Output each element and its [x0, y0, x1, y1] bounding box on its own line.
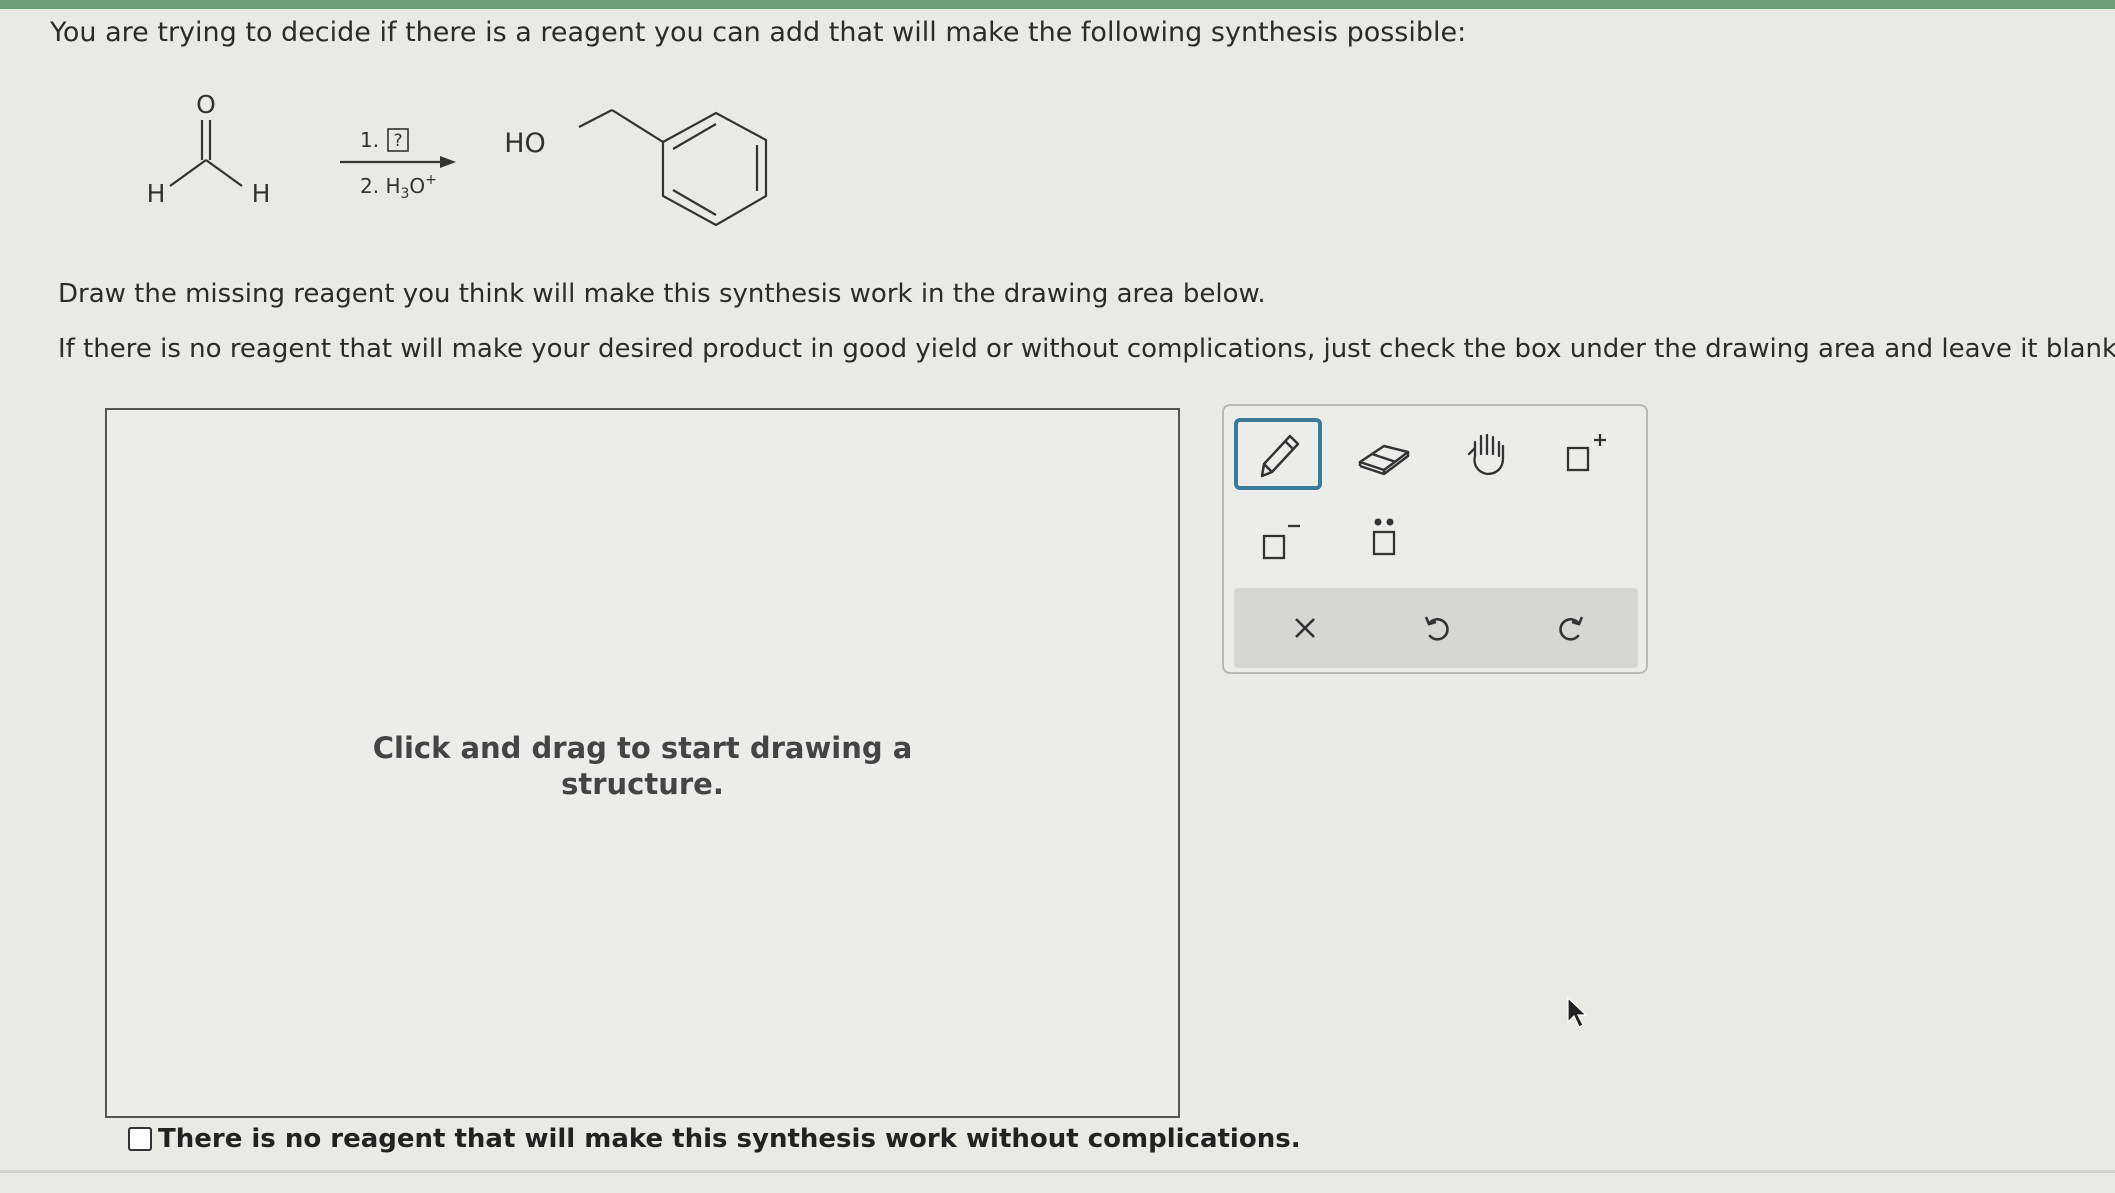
- pencil-tool-button[interactable]: [1234, 418, 1322, 490]
- formaldehyde-structure: [169, 120, 243, 187]
- canvas-hint-line-1: Click and drag to start drawing a: [372, 731, 913, 765]
- top-accent-bar: [0, 0, 2115, 9]
- reaction-scheme: O H H 1. ? 2. H3O+ HO: [147, 90, 768, 227]
- instruction-no-reagent: If there is no reagent that will make yo…: [58, 334, 2115, 364]
- instruction-draw: Draw the missing reagent you think will …: [58, 279, 1266, 309]
- reaction-arrowhead: [440, 156, 456, 168]
- hydrogen-left-label: H: [147, 179, 166, 208]
- clear-icon: [1295, 618, 1315, 638]
- positive-charge-icon: [1566, 434, 1606, 472]
- hand-tool-button[interactable]: [1444, 418, 1532, 490]
- mouse-pointer-icon: [1567, 996, 1588, 1028]
- oxygen-atom-label: O: [196, 90, 216, 119]
- benzyl-alcohol-structure: [578, 109, 768, 227]
- undo-icon: [1424, 616, 1449, 641]
- canvas-hint: Click and drag to start drawing a struct…: [107, 730, 1178, 802]
- unknown-reagent-mark: ?: [393, 131, 402, 151]
- hydroxyl-label: HO: [504, 128, 546, 159]
- negative-charge-icon: [1262, 524, 1300, 560]
- lone-pair-icon: [1372, 518, 1396, 556]
- canvas-hint-line-2: structure.: [561, 767, 724, 801]
- step-2-label: 2. H3O+: [360, 172, 437, 202]
- redo-icon: [1559, 616, 1584, 641]
- step-1-label: 1.: [360, 128, 379, 152]
- redo-button[interactable]: [1536, 596, 1606, 660]
- negative-charge-button[interactable]: [1234, 502, 1322, 574]
- undo-button[interactable]: [1402, 596, 1472, 660]
- positive-charge-button[interactable]: [1540, 418, 1628, 490]
- drawing-toolbar: [1222, 404, 1648, 674]
- clear-button[interactable]: [1270, 596, 1340, 660]
- drawing-canvas[interactable]: Click and drag to start drawing a struct…: [105, 408, 1180, 1118]
- hand-icon: [1467, 433, 1505, 476]
- lone-pair-button[interactable]: [1340, 502, 1428, 574]
- eraser-icon: [1358, 444, 1410, 476]
- eraser-tool-button[interactable]: [1340, 418, 1428, 490]
- question-intro: You are trying to decide if there is a r…: [50, 17, 1467, 48]
- bottom-divider: [0, 1170, 2115, 1173]
- no-reagent-option[interactable]: There is no reagent that will make this …: [128, 1124, 1301, 1154]
- hydrogen-right-label: H: [252, 179, 271, 208]
- action-row: [1234, 588, 1638, 668]
- pencil-icon: [1260, 434, 1300, 478]
- no-reagent-checkbox[interactable]: [128, 1127, 152, 1151]
- no-reagent-label[interactable]: There is no reagent that will make this …: [158, 1124, 1301, 1154]
